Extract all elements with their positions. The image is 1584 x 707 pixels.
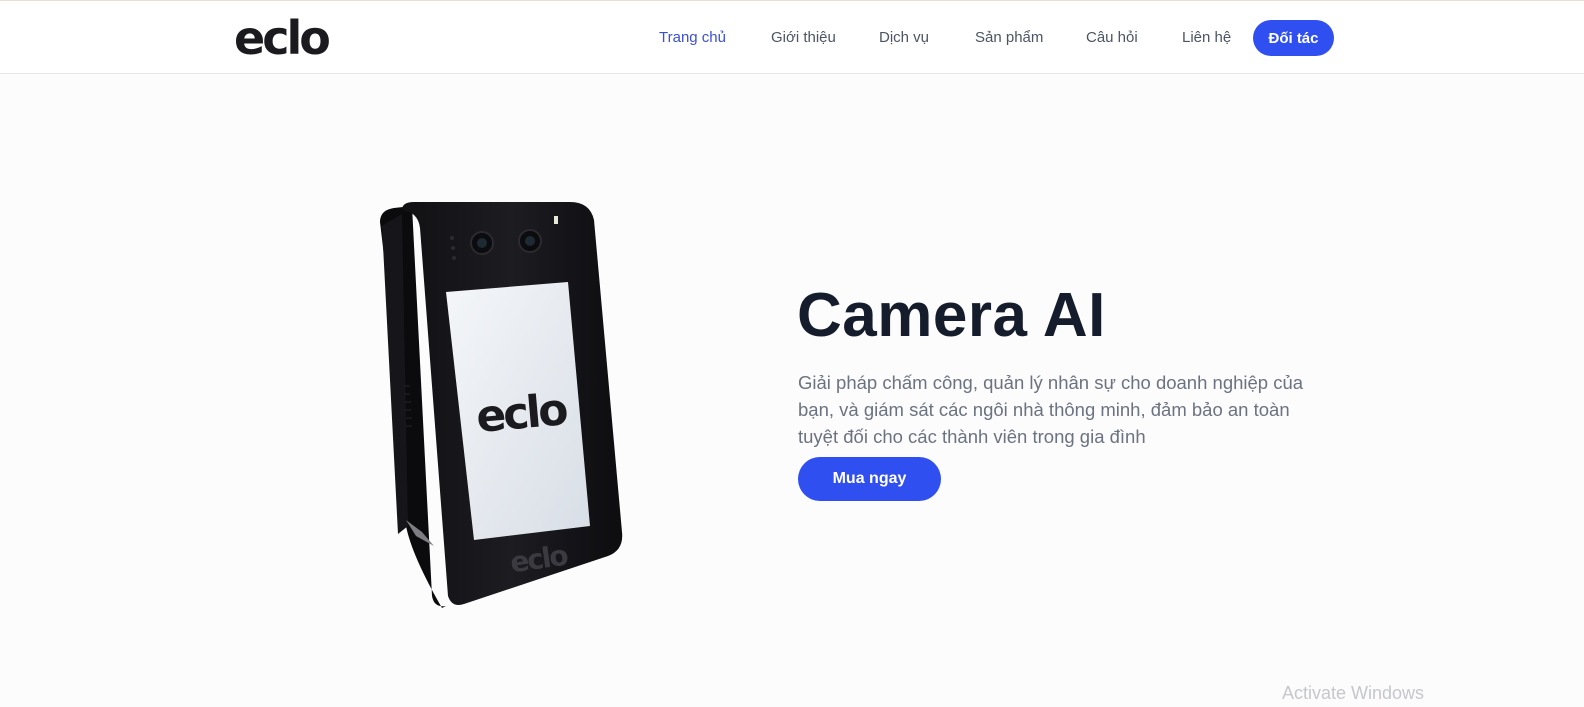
nav-link-dich-vu[interactable]: Dịch vụ — [879, 29, 929, 46]
camera-device-image: eclo eclo — [380, 202, 623, 608]
hero-description: Giải pháp chấm công, quản lý nhân sự cho… — [798, 372, 1304, 447]
eclo-logo[interactable]: eclo — [234, 17, 334, 61]
partner-button[interactable]: Đối tác — [1253, 20, 1334, 56]
device-bezel-logo: eclo — [508, 539, 570, 580]
svg-text:eclo: eclo — [234, 17, 329, 61]
nav-link-cau-hoi[interactable]: Câu hỏi — [1086, 29, 1138, 46]
site-header: eclo Trang chủ Giới thiệu Dịch vụ Sản ph… — [0, 0, 1584, 74]
nav-link-trang-chu[interactable]: Trang chủ — [659, 29, 726, 46]
nav-link-san-pham[interactable]: Sản phẩm — [975, 29, 1043, 46]
buy-now-button[interactable]: Mua ngay — [798, 457, 941, 501]
page: eclo Trang chủ Giới thiệu Dịch vụ Sản ph… — [0, 0, 1584, 707]
nav-link-gioi-thieu[interactable]: Giới thiệu — [771, 29, 836, 46]
activate-windows-watermark: Activate Windows — [1282, 683, 1425, 703]
device-screen-logo: eclo — [474, 384, 569, 443]
nav-link-lien-he[interactable]: Liên hệ — [1182, 29, 1231, 46]
hero-title: Camera AI — [797, 281, 1106, 350]
